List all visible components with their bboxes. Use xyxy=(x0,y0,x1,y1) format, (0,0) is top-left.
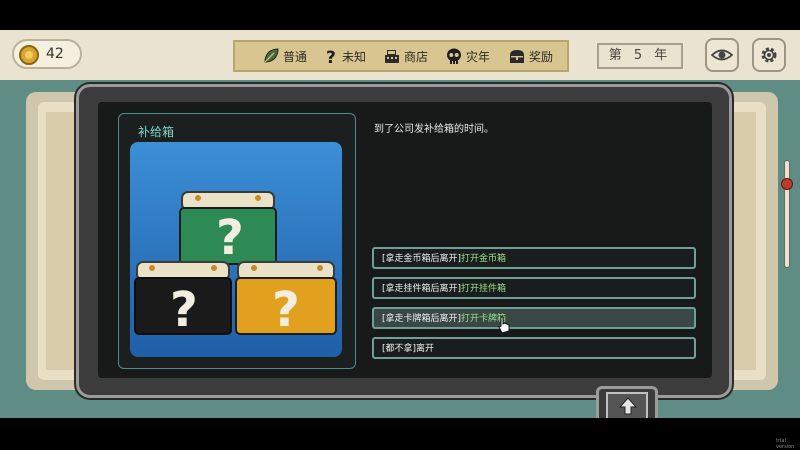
letterbox-bottom xyxy=(0,418,800,450)
option-condition: [拿走卡牌箱后离开] xyxy=(382,314,462,324)
option-condition: [都不拿] xyxy=(382,344,417,354)
option-take-nothing[interactable]: [都不拿]离开 xyxy=(372,337,696,359)
svg-text:?: ? xyxy=(170,282,198,338)
option-take-coin-crate[interactable]: [拿走金币箱后离开]打开金币箱 xyxy=(372,247,696,269)
option-text: [都不拿]离开 xyxy=(382,342,434,356)
event-description: 到了公司发补给箱的时间。 xyxy=(374,124,494,135)
eye-icon xyxy=(711,49,733,61)
coin-value: 42 xyxy=(46,46,64,62)
charm-crate-icon: ? xyxy=(134,261,232,338)
option-action: 打开金币箱 xyxy=(461,254,507,264)
option-take-charm-crate[interactable]: [拿走挂件箱后离开]打开挂件箱 xyxy=(372,277,696,299)
option-action: 打开挂件箱 xyxy=(461,284,507,294)
option-text: [拿走金币箱后离开]打开金币箱 xyxy=(382,252,506,266)
option-take-card-crate[interactable]: [拿走卡牌箱后离开]打开卡牌箱 xyxy=(372,307,696,329)
coin-icon xyxy=(19,45,39,65)
arrow-up-icon xyxy=(618,397,638,415)
svg-text:?: ? xyxy=(216,210,244,266)
category-label-normal: 普通 xyxy=(283,50,308,64)
cash-register-icon xyxy=(385,50,399,63)
gear-icon xyxy=(761,47,777,63)
option-text: [拿走卡牌箱后离开]打开卡牌箱 xyxy=(382,312,506,326)
category-label-shop: 商店 xyxy=(404,50,429,64)
category-label-disaster: 灾年 xyxy=(466,50,491,64)
skull-icon xyxy=(447,48,461,64)
watermark: trial version xyxy=(776,438,795,450)
leaf-icon xyxy=(264,48,279,63)
settings-button[interactable] xyxy=(752,38,786,72)
letterbox-top xyxy=(0,0,800,30)
svg-text:?: ? xyxy=(326,48,336,65)
svg-text:?: ? xyxy=(272,282,300,338)
category-label-unknown: 未知 xyxy=(342,50,367,64)
option-action: 离开 xyxy=(416,344,435,354)
card-crate-icon: ? xyxy=(235,261,337,338)
coin-crate-icon: ? xyxy=(179,191,277,266)
volume-slider-track[interactable] xyxy=(784,160,790,268)
option-condition: [拿走金币箱后离开] xyxy=(382,254,462,264)
event-title: 补给箱 xyxy=(138,125,175,139)
question-icon: ? xyxy=(326,48,336,65)
collapse-button-face xyxy=(606,392,648,420)
option-condition: [拿走挂件箱后离开] xyxy=(382,284,462,294)
hand-cursor-icon xyxy=(498,316,510,334)
year-indicator: 第 5 年 xyxy=(597,43,683,69)
option-text: [拿走挂件箱后离开]打开挂件箱 xyxy=(382,282,506,296)
volume-slider-knob[interactable] xyxy=(781,178,793,190)
supply-crates-illustration: ? ? ? xyxy=(130,142,342,357)
treasure-chest-icon xyxy=(510,50,524,63)
view-toggle-button[interactable] xyxy=(705,38,739,72)
category-label-reward: 奖励 xyxy=(529,50,554,64)
